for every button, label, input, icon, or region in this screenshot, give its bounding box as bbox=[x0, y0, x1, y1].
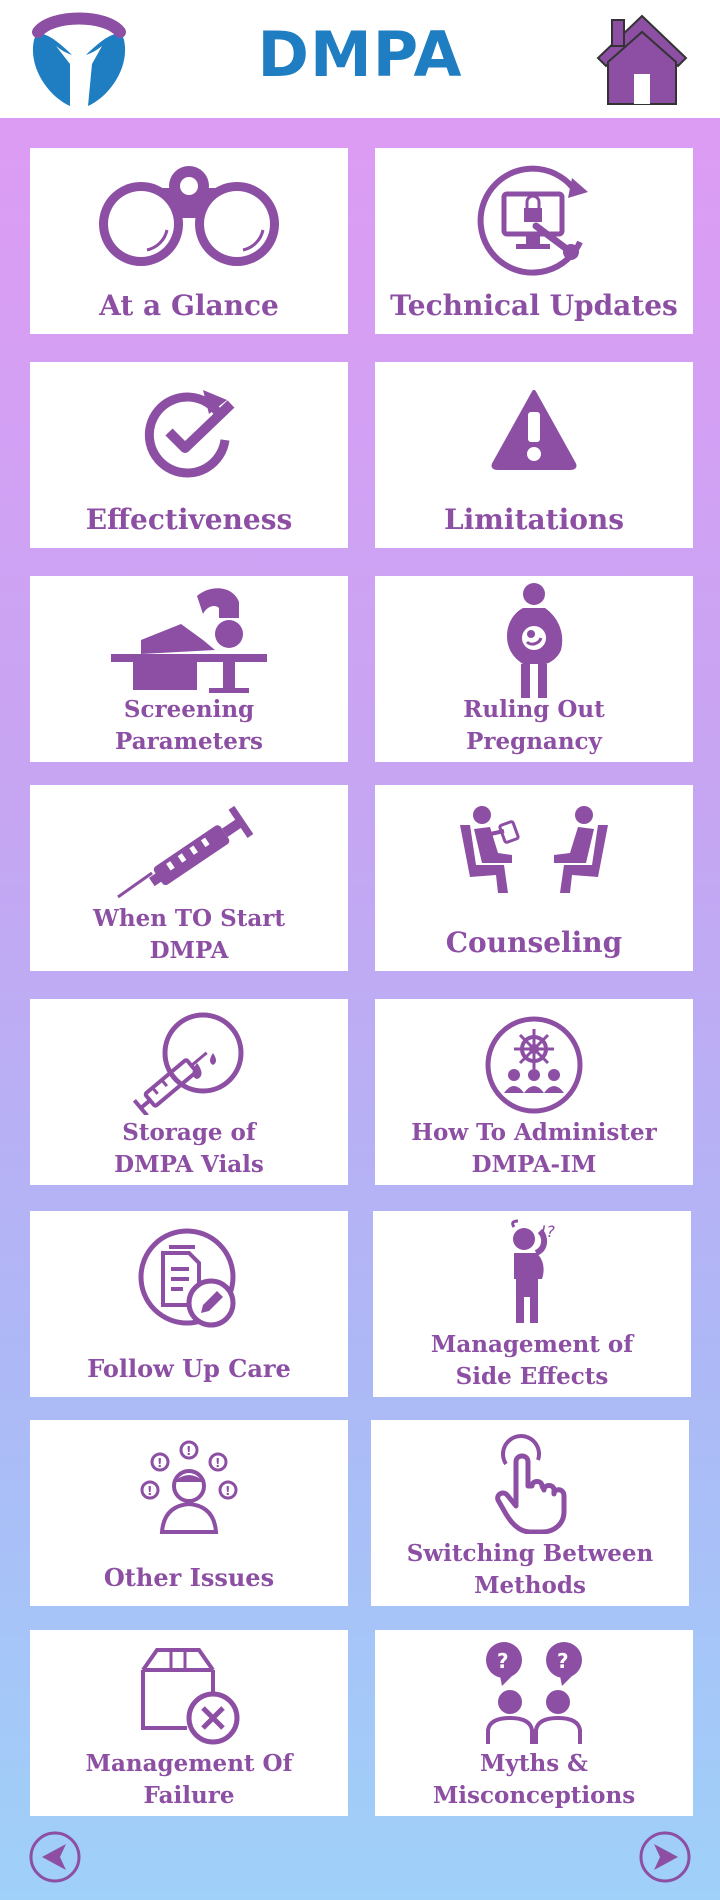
tile-when-to-start-dmpa[interactable]: When TO Start DMPA bbox=[30, 785, 348, 971]
box-cancel-icon bbox=[141, 1648, 240, 1745]
tile-at-a-glance[interactable]: At a Glance bbox=[30, 148, 348, 334]
svg-text:!: ! bbox=[186, 1444, 191, 1458]
tile-ruling-out-pregnancy[interactable]: Ruling Out Pregnancy bbox=[375, 576, 693, 762]
check-refresh-icon bbox=[144, 390, 235, 478]
tile-label: Limitations bbox=[443, 503, 625, 536]
tile-label: Other Issues bbox=[103, 1563, 275, 1592]
monitor-wrench-icon bbox=[477, 165, 588, 276]
tile-counseling[interactable]: Counseling bbox=[375, 785, 693, 971]
tile-label-line2: DMPA Vials bbox=[114, 1151, 264, 1178]
two-chairs-icon bbox=[460, 806, 608, 893]
svg-text:!: ! bbox=[225, 1484, 230, 1498]
tile-effectiveness[interactable]: Effectiveness bbox=[30, 362, 348, 548]
tile-label: Management Of Failure bbox=[34, 1748, 344, 1812]
tile-technical-updates[interactable]: Technical Updates bbox=[375, 148, 693, 334]
person-alerts-icon: ! ! ! ! ! bbox=[140, 1440, 238, 1534]
confused-person-icon: !? bbox=[511, 1219, 555, 1323]
tile-label: At a Glance bbox=[99, 289, 279, 322]
tile-storage-of-dmpa-vials[interactable]: Storage of DMPA Vials bbox=[30, 999, 348, 1185]
people-questions-icon: ? ? bbox=[486, 1642, 582, 1744]
tile-label-line2: Side Effects bbox=[455, 1363, 609, 1390]
tile-myths-misconceptions[interactable]: ? ? Myths & Misconceptions bbox=[375, 1630, 693, 1816]
tile-label-line1: Ruling Out bbox=[463, 696, 605, 723]
tile-management-of-failure[interactable]: Management Of Failure bbox=[30, 1630, 348, 1816]
tile-label-line1: Myths & bbox=[480, 1750, 588, 1777]
tile-label-line1: Management of bbox=[430, 1331, 634, 1358]
tile-label: Storage of DMPA Vials bbox=[34, 1117, 344, 1181]
tile-label: Follow Up Care bbox=[87, 1354, 291, 1383]
pointing-hand-icon bbox=[495, 1434, 567, 1534]
tile-switching-between-methods[interactable]: Switching Between Methods bbox=[371, 1420, 689, 1606]
svg-text:!: ! bbox=[157, 1456, 162, 1470]
tile-label: Ruling Out Pregnancy bbox=[379, 694, 689, 758]
tile-how-to-administer[interactable]: How To Administer DMPA-IM bbox=[375, 999, 693, 1185]
syringe-drops-icon bbox=[133, 1012, 244, 1115]
arrow-left-circle-icon[interactable] bbox=[28, 1830, 82, 1884]
svg-text:?: ? bbox=[497, 1649, 509, 1673]
examination-table-icon bbox=[111, 588, 267, 693]
tile-label-line2: Methods bbox=[474, 1572, 586, 1599]
arrow-right-circle-icon[interactable] bbox=[638, 1830, 692, 1884]
tile-label-line1: When TO Start bbox=[93, 905, 285, 932]
warning-icon bbox=[491, 390, 577, 470]
document-edit-icon bbox=[138, 1228, 236, 1328]
tile-follow-up-care[interactable]: Follow Up Care bbox=[30, 1211, 348, 1397]
tile-label-line1: How To Administer bbox=[411, 1119, 657, 1146]
binoculars-icon bbox=[99, 166, 279, 266]
tile-label-line2: Pregnancy bbox=[466, 728, 602, 755]
tile-label-line2: Parameters bbox=[115, 728, 263, 755]
svg-text:!: ! bbox=[215, 1456, 220, 1470]
tile-label-line2: DMPA-IM bbox=[471, 1151, 597, 1178]
svg-text:!: ! bbox=[147, 1484, 152, 1498]
tile-label: Effectiveness bbox=[85, 503, 293, 536]
svg-text:?: ? bbox=[557, 1649, 569, 1673]
tile-label: Counseling bbox=[445, 926, 623, 959]
app-header: DMPA bbox=[0, 0, 720, 118]
tile-management-of-side-effects[interactable]: !? Management of Side Effects bbox=[373, 1211, 691, 1397]
tile-label: How To Administer DMPA-IM bbox=[379, 1117, 689, 1181]
tile-label-line1: Screening bbox=[123, 696, 255, 723]
pregnant-woman-icon bbox=[507, 583, 563, 698]
home-icon[interactable] bbox=[594, 10, 690, 108]
tile-label-line1: Storage of bbox=[122, 1119, 256, 1146]
syringe-icon bbox=[117, 805, 254, 899]
tile-label-line2: DMPA bbox=[149, 937, 229, 964]
tile-label-line2: Failure bbox=[143, 1782, 235, 1809]
tile-label: When TO Start DMPA bbox=[34, 903, 344, 967]
tile-label: Screening Parameters bbox=[34, 694, 344, 758]
tile-other-issues[interactable]: ! ! ! ! ! Other Issues bbox=[30, 1420, 348, 1606]
group-steering-icon bbox=[485, 1016, 583, 1114]
tile-label: Myths & Misconceptions bbox=[379, 1748, 689, 1812]
tile-label: Management of Side Effects bbox=[377, 1329, 687, 1393]
tile-limitations[interactable]: Limitations bbox=[375, 362, 693, 548]
tile-label: Switching Between Methods bbox=[375, 1538, 685, 1602]
tile-label-line1: Management Of bbox=[85, 1750, 293, 1777]
tile-label: Technical Updates bbox=[390, 289, 678, 322]
tile-screening-parameters[interactable]: Screening Parameters bbox=[30, 576, 348, 762]
tile-label-line1: Switching Between bbox=[406, 1540, 654, 1567]
tile-label-line2: Misconceptions bbox=[432, 1782, 636, 1809]
menu-grid: At a Glance Technical Updates Effectiven… bbox=[0, 118, 720, 1900]
